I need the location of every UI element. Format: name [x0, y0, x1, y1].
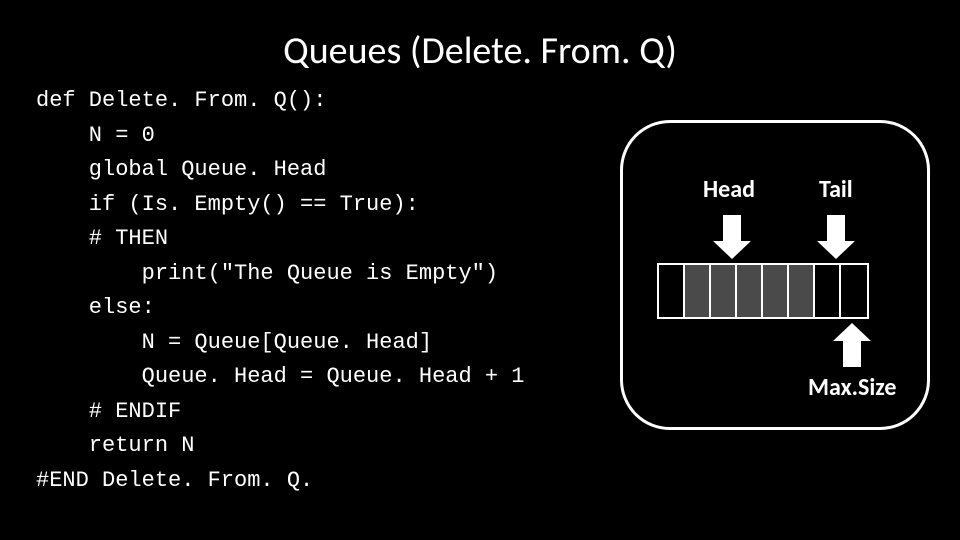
queue-cell	[711, 265, 737, 317]
queue-cell	[815, 265, 841, 317]
queue-cells	[657, 263, 869, 319]
code-line: return N	[36, 433, 194, 458]
code-line: if (Is. Empty() == True):	[36, 192, 419, 217]
code-line: def Delete. From. Q():	[36, 88, 326, 113]
code-line: # THEN	[36, 226, 168, 251]
queue-cell	[737, 265, 763, 317]
code-line: N = Queue[Queue. Head]	[36, 330, 432, 355]
slide-title: Queues (Delete. From. Q)	[0, 28, 960, 74]
code-line: #END Delete. From. Q.	[36, 468, 313, 493]
queue-cell	[659, 265, 685, 317]
code-line: N = 0	[36, 123, 155, 148]
code-line: global Queue. Head	[36, 157, 326, 182]
queue-diagram: Head Tail Max.Size	[620, 120, 930, 430]
maxsize-label: Max.Size	[808, 373, 896, 402]
code-line: else:	[36, 295, 155, 320]
code-line: # ENDIF	[36, 399, 181, 424]
queue-cell	[789, 265, 815, 317]
tail-label: Tail	[819, 175, 853, 204]
code-block: def Delete. From. Q(): N = 0 global Queu…	[36, 84, 524, 498]
code-line: print("The Queue is Empty")	[36, 261, 498, 286]
head-label: Head	[703, 175, 755, 204]
arrow-down-icon	[827, 215, 845, 241]
arrow-up-icon	[843, 341, 861, 367]
code-line: Queue. Head = Queue. Head + 1	[36, 364, 524, 389]
arrow-down-icon	[723, 215, 741, 241]
queue-cell	[685, 265, 711, 317]
queue-cell	[763, 265, 789, 317]
queue-cell	[841, 265, 867, 317]
